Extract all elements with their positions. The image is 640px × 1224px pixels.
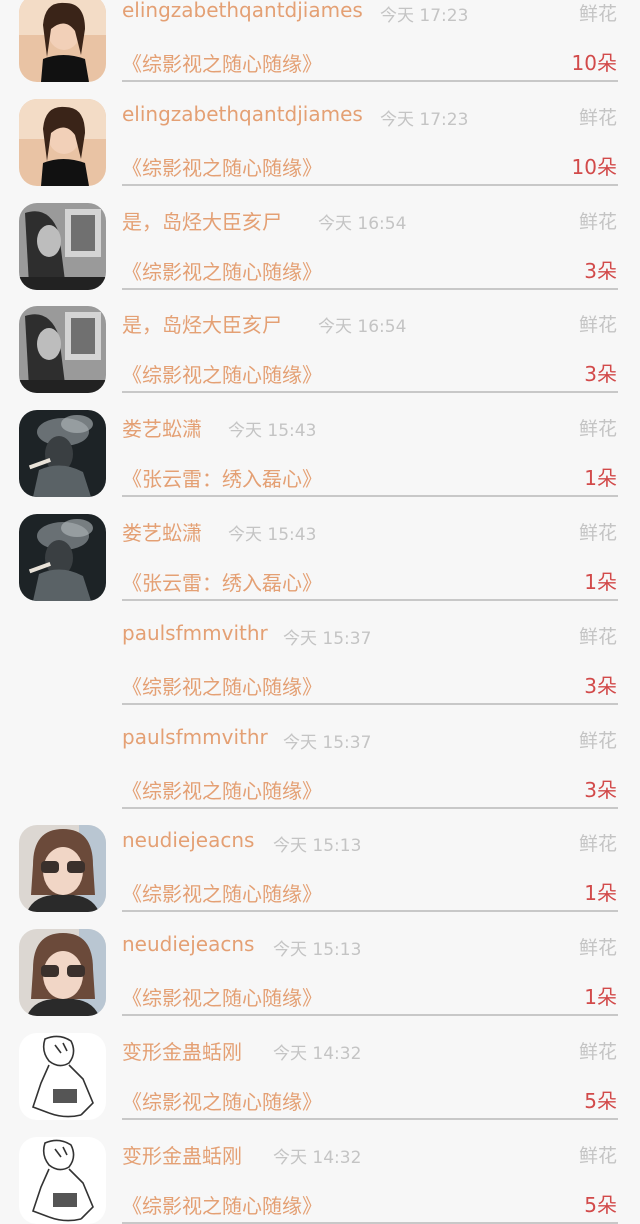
- list-item[interactable]: 娄艺蚣潇 今天 15:43 鲜花 《张云雷：绣入磊心》 1朵: [0, 487, 640, 601]
- avatar[interactable]: [19, 513, 106, 601]
- user-name[interactable]: 是，岛烃大臣亥尸: [122, 309, 282, 338]
- gift-record-list: elingzabethqantdjiames 今天 17:23 鲜花 《综影视之…: [0, 0, 640, 1224]
- gift-type: 鲜花: [578, 937, 617, 960]
- list-item[interactable]: 变形金蛊蛞刚 今天 14:32 鲜花 《综影视之随心随缘》 5朵: [0, 1006, 640, 1120]
- timestamp: 今天 17:23: [380, 6, 469, 26]
- list-item[interactable]: paulsfmmvithr 今天 15:37 鲜花 《综影视之随心随缘》 3朵: [0, 591, 640, 705]
- work-title[interactable]: 《综影视之随心随缘》: [122, 1190, 322, 1219]
- gift-type: 鲜花: [578, 521, 617, 544]
- user-name[interactable]: neudiejeacns: [122, 828, 254, 852]
- gift-count: 5朵: [584, 1192, 617, 1217]
- timestamp: 今天 15:37: [283, 628, 372, 649]
- user-name[interactable]: neudiejeacns: [122, 932, 254, 956]
- list-item[interactable]: 是，岛烃大臣亥尸 今天 16:54 鲜花 《综影视之随心随缘》 3朵: [0, 279, 640, 394]
- gift-type: 鲜花: [578, 729, 617, 752]
- list-item[interactable]: 是，岛烃大臣亥尸 今天 16:54 鲜花 《综影视之随心随缘》 3朵: [0, 176, 640, 290]
- timestamp: 今天 16:54: [318, 317, 407, 338]
- avatar[interactable]: [19, 1136, 106, 1224]
- list-item[interactable]: neudiejeacns 今天 15:13 鲜花 《综影视之随心随缘》 1朵: [0, 798, 640, 913]
- gift-type: 鲜花: [578, 314, 617, 337]
- avatar[interactable]: [19, 1032, 106, 1120]
- avatar[interactable]: [19, 98, 106, 186]
- list-item[interactable]: elingzabethqantdjiames 今天 17:23 鲜花 《综影视之…: [0, 0, 640, 82]
- gift-type: 鲜花: [578, 418, 617, 441]
- user-name[interactable]: 是，岛烃大臣亥尸: [122, 206, 282, 235]
- list-item[interactable]: paulsfmmvithr 今天 15:37 鲜花 《综影视之随心随缘》 3朵: [0, 695, 640, 809]
- timestamp: 今天 15:13: [273, 836, 362, 857]
- avatar[interactable]: [19, 929, 106, 1017]
- user-name[interactable]: elingzabethqantdjiames: [122, 102, 363, 126]
- timestamp: 今天 15:43: [228, 421, 317, 442]
- user-name[interactable]: paulsfmmvithr: [122, 725, 268, 749]
- avatar[interactable]: [19, 202, 106, 290]
- timestamp: 今天 16:54: [318, 213, 407, 234]
- list-item[interactable]: 娄艺蚣潇 今天 15:43 鲜花 《张云雷：绣入磊心》 1朵: [0, 383, 640, 498]
- timestamp: 今天 15:13: [273, 940, 362, 961]
- list-item[interactable]: 变形金蛊蛞刚 今天 14:32 鲜花 《综影视之随心随缘》 5朵: [0, 1110, 640, 1224]
- gift-type: 鲜花: [578, 106, 617, 129]
- timestamp: 今天 15:43: [228, 524, 317, 545]
- user-name[interactable]: 娄艺蚣潇: [122, 413, 202, 442]
- timestamp: 今天 15:37: [283, 732, 372, 753]
- timestamp: 今天 14:32: [273, 1147, 362, 1168]
- avatar[interactable]: [19, 0, 106, 82]
- gift-type: 鲜花: [578, 1040, 617, 1063]
- list-item[interactable]: neudiejeacns 今天 15:13 鲜花 《综影视之随心随缘》 1朵: [0, 902, 640, 1017]
- gift-type: 鲜花: [578, 833, 617, 856]
- user-name[interactable]: elingzabethqantdjiames: [122, 0, 363, 22]
- user-name[interactable]: 变形金蛊蛞刚: [122, 1140, 242, 1169]
- gift-type: 鲜花: [578, 210, 617, 233]
- avatar[interactable]: [19, 306, 106, 394]
- gift-type: 鲜花: [578, 625, 617, 648]
- gift-type: 鲜花: [578, 3, 617, 25]
- divider: [122, 1221, 618, 1224]
- avatar[interactable]: [19, 410, 106, 498]
- user-name[interactable]: 变形金蛊蛞刚: [122, 1036, 242, 1065]
- user-name[interactable]: 娄艺蚣潇: [122, 517, 202, 546]
- timestamp: 今天 14:32: [273, 1043, 362, 1064]
- list-item[interactable]: elingzabethqantdjiames 今天 17:23 鲜花 《综影视之…: [0, 72, 640, 186]
- gift-type: 鲜花: [578, 1144, 617, 1167]
- user-name[interactable]: paulsfmmvithr: [122, 621, 268, 645]
- avatar[interactable]: [19, 825, 106, 913]
- timestamp: 今天 17:23: [380, 109, 469, 130]
